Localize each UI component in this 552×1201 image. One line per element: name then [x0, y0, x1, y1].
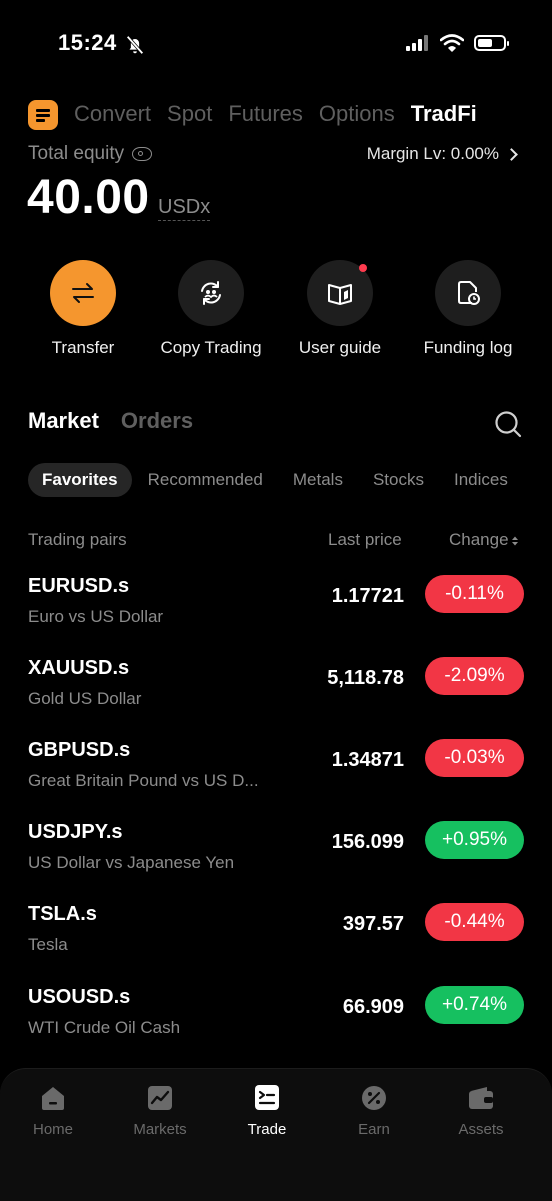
nav-assets-label: Assets: [458, 1121, 504, 1138]
market-tabs: Market Orders: [28, 408, 193, 434]
transfer-icon: [50, 260, 116, 326]
margin-level-text: Margin Lv: 0.00%: [366, 144, 499, 163]
margin-level-link[interactable]: Margin Lv: 0.00%: [366, 144, 518, 164]
chevron-right-icon: [505, 147, 518, 161]
status-time: 15:24: [58, 30, 117, 55]
table-row[interactable]: USDJPY.s US Dollar vs Japanese Yen 156.0…: [0, 821, 552, 903]
column-trading-pairs: Trading pairs: [28, 530, 127, 549]
category-filters: Favorites Recommended Metals Stocks Indi…: [28, 463, 538, 497]
pair-symbol: USDJPY.s: [28, 821, 123, 843]
pair-symbol: EURUSD.s: [28, 575, 130, 597]
battery-icon: [474, 35, 509, 51]
nav-home[interactable]: Home: [8, 1085, 98, 1138]
last-price: 66.909: [342, 996, 404, 1018]
system-status-icons: [406, 34, 509, 52]
last-price: 1.17721: [331, 585, 404, 607]
nav-trade-label: Trade: [247, 1121, 287, 1138]
trade-icon: [255, 1085, 279, 1110]
total-equity-value: 40.00: [27, 171, 150, 224]
markets-icon: [148, 1086, 172, 1110]
transfer-label: Transfer: [51, 338, 115, 357]
tab-orders[interactable]: Orders: [121, 408, 193, 434]
change-badge[interactable]: +0.95%: [425, 821, 524, 859]
bell-off-icon: [126, 35, 144, 55]
earn-icon: [362, 1086, 386, 1110]
last-price: 156.099: [331, 831, 404, 853]
signal-icon: [406, 35, 430, 51]
user-guide-button[interactable]: User guide: [275, 260, 405, 358]
pair-name: WTI Crude Oil Cash: [28, 1018, 181, 1037]
pair-symbol: GBPUSD.s: [28, 739, 131, 761]
table-row[interactable]: EURUSD.s Euro vs US Dollar 1.17721 -0.11…: [0, 575, 552, 657]
table-row[interactable]: GBPUSD.s Great Britain Pound vs US D... …: [0, 739, 552, 821]
column-change[interactable]: Change: [449, 530, 519, 550]
filter-recommended[interactable]: Recommended: [148, 463, 263, 497]
copy-trading-button[interactable]: Copy Trading: [146, 260, 276, 358]
pair-symbol: XAUUSD.s: [28, 657, 130, 679]
column-last-price[interactable]: Last price: [328, 530, 402, 550]
nav-assets[interactable]: Assets: [436, 1085, 526, 1138]
pair-symbol: TSLA.s: [28, 903, 97, 925]
transfer-button[interactable]: Transfer: [18, 260, 148, 358]
table-row[interactable]: USOUSD.s WTI Crude Oil Cash 66.909 +0.74…: [0, 986, 552, 1068]
pair-name: US Dollar vs Japanese Yen: [28, 853, 235, 872]
filter-indices[interactable]: Indices: [454, 463, 508, 497]
change-badge[interactable]: -0.11%: [425, 575, 524, 613]
pair-name: Tesla: [28, 935, 68, 954]
eye-icon[interactable]: [132, 147, 153, 161]
bottom-navigation: Home Markets Trade Earn Assets: [0, 1068, 552, 1201]
last-price: 1.34871: [331, 749, 404, 771]
menu-logo-icon[interactable]: [28, 100, 58, 130]
total-equity-label: Total equity: [28, 143, 153, 165]
tab-convert[interactable]: Convert: [74, 101, 151, 127]
funding-log-button[interactable]: Funding log: [403, 260, 533, 358]
nav-earn-label: Earn: [358, 1121, 390, 1138]
user-guide-icon: [307, 260, 373, 326]
tab-options[interactable]: Options: [319, 101, 395, 127]
pair-name: Gold US Dollar: [28, 689, 142, 708]
nav-home-label: Home: [32, 1121, 73, 1138]
table-row[interactable]: TSLA.s Tesla 397.57 -0.44%: [0, 903, 552, 985]
column-change-label: Change: [449, 530, 509, 549]
change-badge[interactable]: +0.74%: [425, 986, 524, 1024]
copy-trading-icon: [178, 260, 244, 326]
copy-trading-label: Copy Trading: [160, 338, 262, 357]
total-equity-text: Total equity: [28, 143, 125, 164]
pair-name: Great Britain Pound vs US D...: [28, 771, 259, 790]
wifi-icon: [440, 34, 464, 52]
last-price: 397.57: [342, 913, 404, 935]
nav-trade[interactable]: Trade: [222, 1085, 312, 1138]
notification-dot: [359, 264, 367, 272]
tab-spot[interactable]: Spot: [167, 101, 212, 127]
nav-earn[interactable]: Earn: [329, 1085, 419, 1138]
last-price: 5,118.78: [327, 667, 404, 689]
table-row[interactable]: XAUUSD.s Gold US Dollar 5,118.78 -2.09%: [0, 657, 552, 739]
pair-name: Euro vs US Dollar: [28, 607, 164, 626]
home-icon: [42, 1087, 64, 1110]
user-guide-label: User guide: [298, 338, 382, 357]
tab-market[interactable]: Market: [28, 408, 99, 434]
tab-tradfi[interactable]: TradFi: [411, 101, 477, 127]
funding-log-label: Funding log: [423, 338, 513, 357]
change-badge[interactable]: -2.09%: [425, 657, 524, 695]
funding-log-icon: [435, 260, 501, 326]
product-tabs: Convert Spot Futures Options TradFi: [74, 101, 477, 127]
filter-metals[interactable]: Metals: [293, 463, 343, 497]
equity-unit[interactable]: USDx: [158, 196, 211, 221]
change-badge[interactable]: -0.03%: [425, 739, 524, 777]
pair-symbol: USOUSD.s: [28, 986, 131, 1008]
search-icon[interactable]: [494, 410, 522, 438]
wallet-icon: [469, 1087, 493, 1109]
nav-markets[interactable]: Markets: [115, 1085, 205, 1138]
nav-markets-label: Markets: [133, 1121, 187, 1138]
filter-favorites[interactable]: Favorites: [28, 463, 132, 497]
change-badge[interactable]: -0.44%: [425, 903, 524, 941]
filter-stocks[interactable]: Stocks: [373, 463, 424, 497]
sort-icon: [511, 536, 518, 546]
tab-futures[interactable]: Futures: [228, 101, 303, 127]
